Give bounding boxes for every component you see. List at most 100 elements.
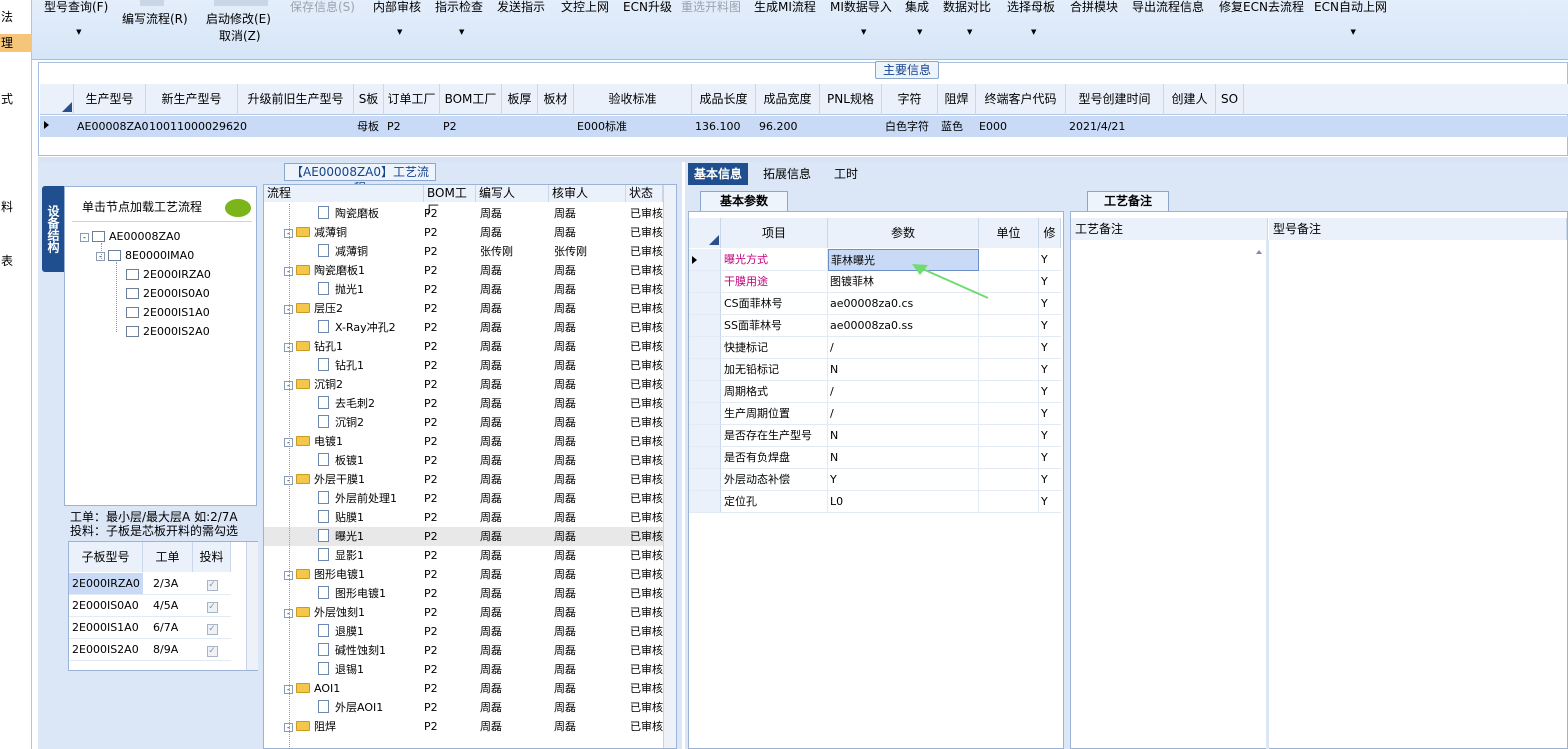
param-row-header[interactable]	[689, 381, 721, 403]
param-row-header[interactable]	[689, 425, 721, 447]
param-column-header[interactable]: 项目	[721, 218, 828, 248]
main-info-cell[interactable]: P2	[384, 116, 440, 137]
param-unit[interactable]	[979, 381, 1039, 403]
process-row[interactable]: 退锡1 P2 周磊 周磊 已审核	[264, 660, 663, 679]
param-unit[interactable]	[979, 469, 1039, 491]
param-row-header[interactable]	[689, 293, 721, 315]
main-info-column-header[interactable]: 型号创建时间	[1066, 84, 1164, 115]
sub-grid-header[interactable]: 工单	[143, 542, 193, 572]
detail-tab[interactable]: 拓展信息	[757, 163, 817, 185]
toolbar-button[interactable]: 集成 ▼	[905, 0, 929, 42]
param-value[interactable]: Y	[828, 469, 979, 491]
process-column-header[interactable]: 核审人	[549, 185, 626, 202]
feed-checkbox[interactable]: ✓	[193, 639, 231, 661]
process-row[interactable]: 外层AOI1 P2 周磊 周磊 已审核	[264, 698, 663, 717]
main-info-column-header[interactable]: 新生产型号	[146, 84, 238, 115]
param-unit[interactable]	[979, 491, 1039, 513]
main-info-cell[interactable]	[502, 116, 538, 137]
collapse-icon[interactable]: -	[80, 233, 89, 242]
main-info-column-header[interactable]: 板厚	[502, 84, 538, 115]
toolbar-button[interactable]: 数据对比 ▼	[943, 0, 991, 42]
main-info-cell[interactable]: 2021/4/21	[1066, 116, 1164, 137]
param-unit[interactable]	[979, 403, 1039, 425]
param-value[interactable]: /	[828, 403, 979, 425]
main-info-cell[interactable]: 10011000029620	[146, 116, 247, 137]
craft-remark-tab[interactable]: 工艺备注	[1087, 191, 1169, 211]
main-info-column-header[interactable]: 订单工厂	[384, 84, 440, 115]
sub-grid-cell[interactable]: 6/7A	[143, 617, 193, 639]
param-column-header[interactable]: 修	[1039, 218, 1061, 248]
main-info-column-header[interactable]: 成品宽度	[756, 84, 820, 115]
param-value[interactable]: ae00008za0.ss	[828, 315, 979, 337]
process-row[interactable]: 沉铜2 P2 周磊 周磊 已审核	[264, 413, 663, 432]
process-row[interactable]: 板镀1 P2 周磊 周磊 已审核	[264, 451, 663, 470]
remark-column-header[interactable]: 工艺备注	[1071, 218, 1268, 240]
process-row[interactable]: - 外层干膜1 P2 周磊 周磊 已审核	[264, 470, 663, 489]
param-unit[interactable]	[979, 425, 1039, 447]
toolbar-button[interactable]: 生成MI流程	[754, 0, 816, 42]
process-row[interactable]: 抛光1 P2 周磊 周磊 已审核	[264, 280, 663, 299]
process-row[interactable]: - 减薄铜 P2 周磊 周磊 已审核	[264, 223, 663, 242]
toolbar-button[interactable]: 合拼模块	[1070, 0, 1118, 42]
left-nav-item[interactable]: 法	[0, 8, 32, 26]
process-column-header[interactable]: 编写人	[476, 185, 549, 202]
basic-params-tab[interactable]: 基本参数	[700, 191, 788, 211]
main-info-column-header[interactable]: 阻焊	[938, 84, 976, 115]
toolbar-button[interactable]: 编写流程(R)	[122, 10, 188, 54]
main-info-cell[interactable]	[1164, 116, 1216, 137]
param-row-header[interactable]	[689, 359, 721, 381]
process-row[interactable]: - 陶瓷磨板1 P2 周磊 周磊 已审核	[264, 261, 663, 280]
process-column-header[interactable]: BOM工厂	[424, 185, 476, 217]
process-row[interactable]: 外层前处理1 P2 周磊 周磊 已审核	[264, 489, 663, 508]
sub-grid-cell[interactable]: 2E000IRZA0	[69, 573, 143, 595]
process-row[interactable]: - 图形电镀1 P2 周磊 周磊 已审核	[264, 565, 663, 584]
sub-grid-header[interactable]: 子板型号	[69, 542, 143, 572]
param-value[interactable]: /	[828, 381, 979, 403]
main-info-cell[interactable]: P2	[440, 116, 502, 137]
process-grid-scrollbar[interactable]	[663, 185, 676, 748]
main-info-column-header[interactable]: 终端客户代码	[976, 84, 1066, 115]
process-row[interactable]: - 电镀1 P2 周磊 周磊 已审核	[264, 432, 663, 451]
process-row[interactable]: 曝光1 P2 周磊 周磊 已审核	[264, 527, 663, 546]
process-row[interactable]: - 沉铜2 P2 周磊 周磊 已审核	[264, 375, 663, 394]
sub-grid-cell[interactable]: 2E000IS0A0	[69, 595, 143, 617]
param-column-header[interactable]: 参数	[828, 218, 979, 248]
process-column-header[interactable]: 流程	[264, 185, 424, 202]
process-row[interactable]: 图形电镀1 P2 周磊 周磊 已审核	[264, 584, 663, 603]
toolbar-button[interactable]: 指示检查 ▼	[435, 0, 483, 42]
toolbar-button[interactable]: 启动修改(E) 取消(Z)	[206, 10, 271, 54]
main-info-cell[interactable]: 96.200	[756, 116, 820, 137]
main-info-cell[interactable]: 白色字符	[882, 116, 938, 137]
param-unit[interactable]	[979, 315, 1039, 337]
main-info-column-header[interactable]: BOM工厂	[440, 84, 502, 115]
remark-divider[interactable]	[1266, 240, 1269, 749]
toolbar-button[interactable]: 导出流程信息	[1132, 0, 1204, 42]
left-nav-item[interactable]: 料	[0, 198, 32, 216]
toolbar-button[interactable]: 修复ECN去流程	[1219, 0, 1304, 42]
sub-grid-cell[interactable]: 2E000IS2A0	[69, 639, 143, 661]
sub-grid-cell[interactable]: 2E000IS1A0	[69, 617, 143, 639]
param-column-header[interactable]: 单位	[979, 218, 1039, 248]
toolbar-button[interactable]: 型号查询(F) ▼	[44, 0, 108, 42]
toolbar-button[interactable]: ECN自动上网 ▼	[1314, 0, 1387, 42]
param-row-header[interactable]	[689, 491, 721, 513]
detail-tab[interactable]: 工时	[828, 163, 864, 185]
main-info-cell[interactable]: E000	[976, 116, 1066, 137]
left-nav-item-active[interactable]: 理	[0, 34, 32, 52]
main-info-cell[interactable]: AE00008ZA0	[74, 116, 149, 137]
sub-grid-cell[interactable]: 2/3A	[143, 573, 193, 595]
sub-grid-cell[interactable]: 4/5A	[143, 595, 193, 617]
main-info-cell[interactable]	[538, 116, 574, 137]
process-row[interactable]: 减薄铜 P2 张传刚 张传刚 已审核	[264, 242, 663, 261]
toolbar-button[interactable]: ECN升级	[623, 0, 672, 42]
param-value[interactable]: N	[828, 425, 979, 447]
param-unit[interactable]	[979, 447, 1039, 469]
left-nav-item[interactable]: 式	[0, 90, 32, 108]
feed-checkbox[interactable]: ✓	[193, 595, 231, 617]
remark-column-header[interactable]: 型号备注	[1269, 218, 1567, 240]
toolbar-button[interactable]: MI数据导入 ▼	[830, 0, 892, 42]
process-row[interactable]: - 外层蚀刻1 P2 周磊 周磊 已审核	[264, 603, 663, 622]
main-info-cell[interactable]: 母板	[354, 116, 384, 137]
param-row-header[interactable]	[689, 403, 721, 425]
param-row-header[interactable]	[689, 315, 721, 337]
